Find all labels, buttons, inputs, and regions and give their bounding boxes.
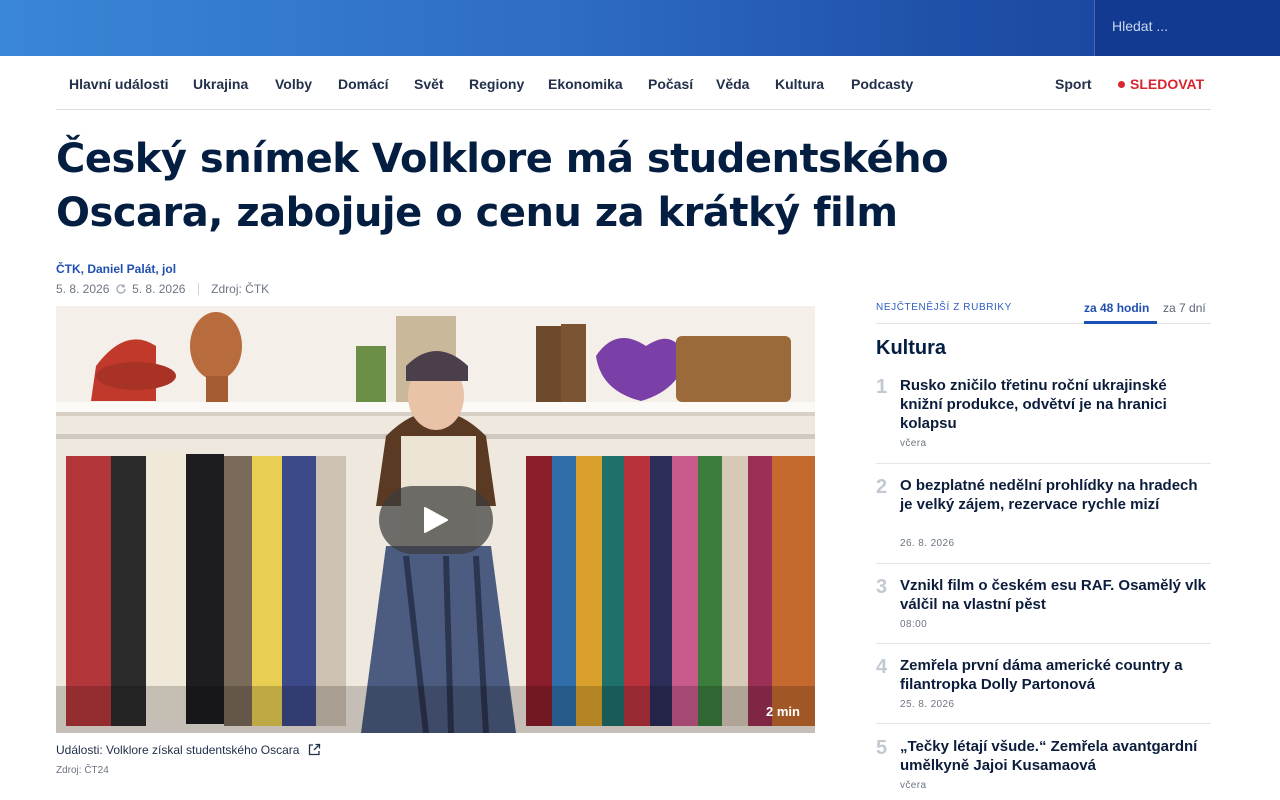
follow-button[interactable]: SLEDOVAT <box>1118 76 1204 92</box>
live-dot-icon <box>1118 81 1125 88</box>
tab-48-hours[interactable]: za 48 hodin <box>1084 301 1149 315</box>
article-source: Zdroj: ČTK <box>211 282 270 296</box>
most-read-label: NEJČTENĚJŠÍ Z RUBRIKY <box>876 302 1012 313</box>
play-button[interactable] <box>379 486 493 554</box>
list-item[interactable]: 5 „Tečky létají všude.“ Zemřela avantgar… <box>876 737 1211 800</box>
article-authors[interactable]: ČTK, Daniel Palát, jol <box>56 262 176 276</box>
external-link-icon <box>308 743 320 756</box>
list-item[interactable]: 1 Rusko zničilo třetinu roční ukrajinské… <box>876 376 1211 464</box>
item-rank: 2 <box>876 476 888 498</box>
top-bar: Hledat ... <box>0 0 1280 56</box>
nav-item-hlavni-udalosti[interactable]: Hlavní události <box>69 76 169 92</box>
item-time: 08:00 <box>900 619 928 630</box>
refresh-icon <box>116 284 126 294</box>
nav-item-ekonomika[interactable]: Ekonomika <box>548 76 623 92</box>
video-caption[interactable]: Události: Volklore získal studentského O… <box>56 743 321 757</box>
article-title-line2: Oscara, zabojuje o cenu za krátký film <box>56 190 898 236</box>
active-tab-underline <box>1084 321 1157 324</box>
tab-7-days[interactable]: za 7 dní <box>1163 301 1206 315</box>
item-rank: 1 <box>876 376 888 398</box>
item-time: včera <box>900 780 927 791</box>
article-meta: 5. 8. 2026 5. 8. 2026 Zdroj: ČTK <box>56 282 269 296</box>
nav-item-ukrajina[interactable]: Ukrajina <box>193 76 248 92</box>
item-rank: 5 <box>876 737 888 759</box>
item-headline[interactable]: Zemřela první dáma americké country a fi… <box>900 656 1212 694</box>
nav-item-svet[interactable]: Svět <box>414 76 444 92</box>
item-headline[interactable]: „Tečky létají všude.“ Zemřela avantgardn… <box>900 737 1212 775</box>
item-rank: 3 <box>876 576 888 598</box>
video-duration: 2 min <box>766 704 800 719</box>
follow-label: SLEDOVAT <box>1130 76 1205 92</box>
nav-item-regiony[interactable]: Regiony <box>469 76 524 92</box>
updated-date: 5. 8. 2026 <box>132 282 186 296</box>
item-rank: 4 <box>876 656 888 678</box>
item-headline[interactable]: Vznikl film o českém esu RAF. Osamělý vl… <box>900 576 1212 614</box>
item-headline[interactable]: O bezplatné nedělní prohlídky na hradech… <box>900 476 1212 514</box>
article-title-line1: Český snímek Volklore má studentského <box>56 136 949 182</box>
video-caption-text: Události: Volklore získal studentského O… <box>56 743 300 757</box>
published-date: 5. 8. 2026 <box>56 282 110 296</box>
meta-divider <box>197 283 199 295</box>
nav-item-pocasi[interactable]: Počasí <box>648 76 693 92</box>
nav-item-volby[interactable]: Volby <box>275 76 312 92</box>
item-time: včera <box>900 438 927 449</box>
main-nav: Hlavní události Ukrajina Volby Domácí Sv… <box>56 57 1211 110</box>
nav-item-veda[interactable]: Věda <box>716 76 749 92</box>
play-icon <box>424 507 448 533</box>
list-item[interactable]: 3 Vznikl film o českém esu RAF. Osamělý … <box>876 576 1211 644</box>
item-headline[interactable]: Rusko zničilo třetinu roční ukrajinské k… <box>900 376 1212 433</box>
article-title: Český snímek Volklore má studentského Os… <box>56 132 976 240</box>
nav-item-sport[interactable]: Sport <box>1055 76 1092 92</box>
video-player[interactable]: 2 min <box>56 306 815 733</box>
search-box[interactable]: Hledat ... <box>1094 0 1280 56</box>
nav-item-domaci[interactable]: Domácí <box>338 76 389 92</box>
list-item[interactable]: 4 Zemřela první dáma americké country a … <box>876 656 1211 724</box>
most-read-header: NEJČTENĚJŠÍ Z RUBRIKY za 48 hodin za 7 d… <box>876 292 1211 324</box>
nav-item-kultura[interactable]: Kultura <box>775 76 824 92</box>
section-title: Kultura <box>876 337 946 359</box>
list-item[interactable]: 2 O bezplatné nedělní prohlídky na hrade… <box>876 476 1211 564</box>
item-time: 26. 8. 2026 <box>900 538 955 549</box>
item-time: 25. 8. 2026 <box>900 699 955 710</box>
video-source: Zdroj: ČT24 <box>56 765 109 776</box>
nav-item-podcasty[interactable]: Podcasty <box>851 76 913 92</box>
search-placeholder: Hledat ... <box>1112 18 1169 34</box>
